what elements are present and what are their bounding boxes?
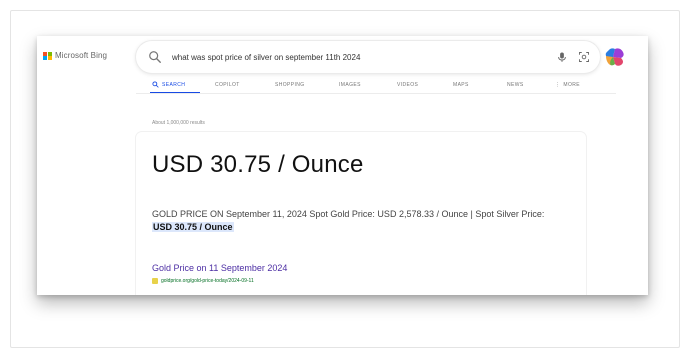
tab-copilot[interactable]: Copilot — [200, 80, 260, 94]
tab-label: Videos — [397, 82, 419, 88]
tab-maps[interactable]: Maps — [441, 80, 493, 94]
tab-videos[interactable]: Videos — [385, 80, 441, 94]
tab-more[interactable]: ⋮ More — [545, 80, 585, 94]
site-favicon-icon — [152, 278, 158, 284]
screenshot-frame: Microsoft Bing what was spot price of si… — [0, 0, 690, 358]
tab-label: Search — [162, 82, 186, 88]
snippet-highlight: USD 30.75 / Ounce — [152, 222, 234, 232]
search-icon[interactable] — [148, 50, 162, 64]
tab-label: News — [507, 82, 524, 88]
tab-label: Shopping — [275, 82, 305, 88]
answer-value: USD 30.75 / Ounce — [152, 151, 364, 178]
tab-label: Copilot — [215, 82, 240, 88]
search-icon — [152, 81, 159, 88]
tab-shopping[interactable]: Shopping — [260, 80, 325, 94]
result-url[interactable]: goldprice.org/gold-price-today/2024-09-1… — [161, 278, 254, 284]
microphone-icon[interactable] — [556, 51, 568, 63]
results-count: About 1,000,000 results — [152, 120, 205, 126]
tab-news[interactable]: News — [493, 80, 545, 94]
tabs-divider — [136, 93, 616, 94]
tab-label: More — [563, 82, 581, 88]
tab-label: Maps — [453, 82, 469, 88]
tab-images[interactable]: Images — [325, 80, 385, 94]
snippet-text: GOLD PRICE ON September 11, 2024 Spot Go… — [152, 209, 545, 219]
answer-snippet: GOLD PRICE ON September 11, 2024 Spot Go… — [152, 208, 547, 234]
tab-label: Images — [339, 82, 361, 88]
brand-label: Microsoft Bing — [55, 51, 108, 60]
microsoft-logo-icon — [43, 51, 52, 60]
visual-search-icon[interactable] — [578, 51, 590, 63]
search-input[interactable] — [172, 49, 546, 65]
search-bar[interactable] — [136, 41, 600, 73]
microsoft-bing-logo[interactable]: Microsoft Bing — [43, 51, 107, 60]
search-tabs: Search Copilot Shopping Images Videos Ma… — [150, 80, 585, 94]
tab-search[interactable]: Search — [150, 80, 200, 94]
more-dots-icon: ⋮ — [555, 82, 561, 88]
result-url-row: goldprice.org/gold-price-today/2024-09-1… — [152, 278, 254, 284]
bing-search-window: Microsoft Bing what was spot price of si… — [37, 36, 648, 295]
result-link[interactable]: Gold Price on 11 September 2024 — [152, 263, 287, 273]
copilot-icon[interactable] — [603, 45, 627, 69]
